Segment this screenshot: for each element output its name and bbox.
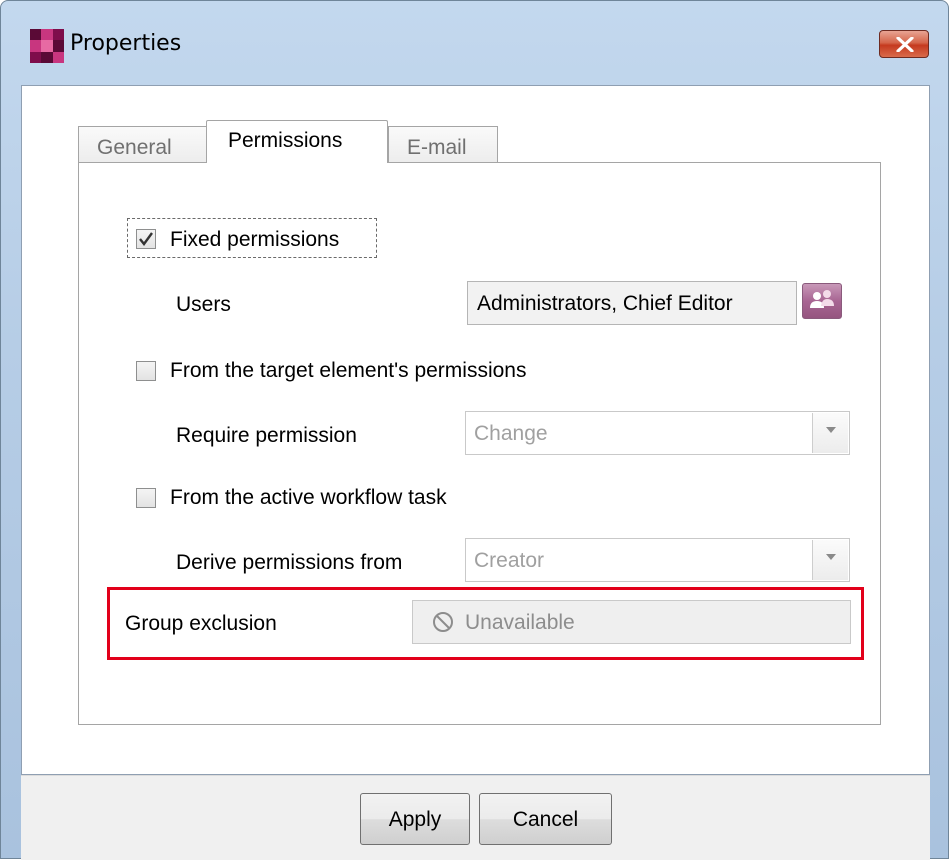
users-label: Users [176,293,231,316]
dropdown-button[interactable] [812,413,848,453]
apply-label: Apply [388,808,442,831]
target-element-checkbox[interactable] [136,361,156,381]
app-logo-icon [30,29,64,63]
tab-label: E-mail [407,136,467,159]
cancel-button[interactable]: Cancel [479,793,612,845]
tab-email[interactable]: E-mail [388,126,498,164]
chevron-down-icon [826,554,836,560]
users-value: Administrators, Chief Editor [477,292,733,315]
require-permission-value: Change [474,422,548,445]
dialog-footer: Apply Cancel [21,775,930,860]
apply-button[interactable]: Apply [360,793,470,845]
users-icon [810,290,834,308]
properties-dialog: Properties General Permissions E-mail Fi… [0,0,949,860]
target-element-label[interactable]: From the target element's permissions [170,359,526,383]
tab-permissions[interactable]: Permissions [206,120,388,163]
close-button[interactable] [879,30,929,58]
tab-general[interactable]: General [78,126,208,164]
dropdown-button[interactable] [812,540,848,580]
dialog-content: General Permissions E-mail Fixed permiss… [21,85,930,775]
workflow-task-checkbox[interactable] [136,488,156,508]
tab-label: Permissions [228,129,343,152]
fixed-permissions-checkbox[interactable] [136,229,156,249]
select-users-button[interactable] [802,283,842,319]
derive-permissions-select[interactable]: Creator [465,538,850,582]
chevron-down-icon [826,427,836,433]
require-permission-label: Require permission [176,424,357,447]
derive-permissions-label: Derive permissions from [176,551,403,574]
workflow-task-label[interactable]: From the active workflow task [170,486,447,510]
require-permission-select[interactable]: Change [465,411,850,455]
close-icon [896,37,914,52]
checkmark-icon [139,232,153,246]
group-exclusion-highlight [107,587,864,660]
title-bar[interactable]: Properties [1,1,948,85]
fixed-permissions-label[interactable]: Fixed permissions [170,228,339,252]
tab-label: General [97,136,172,159]
users-field[interactable]: Administrators, Chief Editor [467,281,797,325]
cancel-label: Cancel [512,808,579,831]
derive-permissions-value: Creator [474,549,545,572]
window-title: Properties [70,31,182,56]
